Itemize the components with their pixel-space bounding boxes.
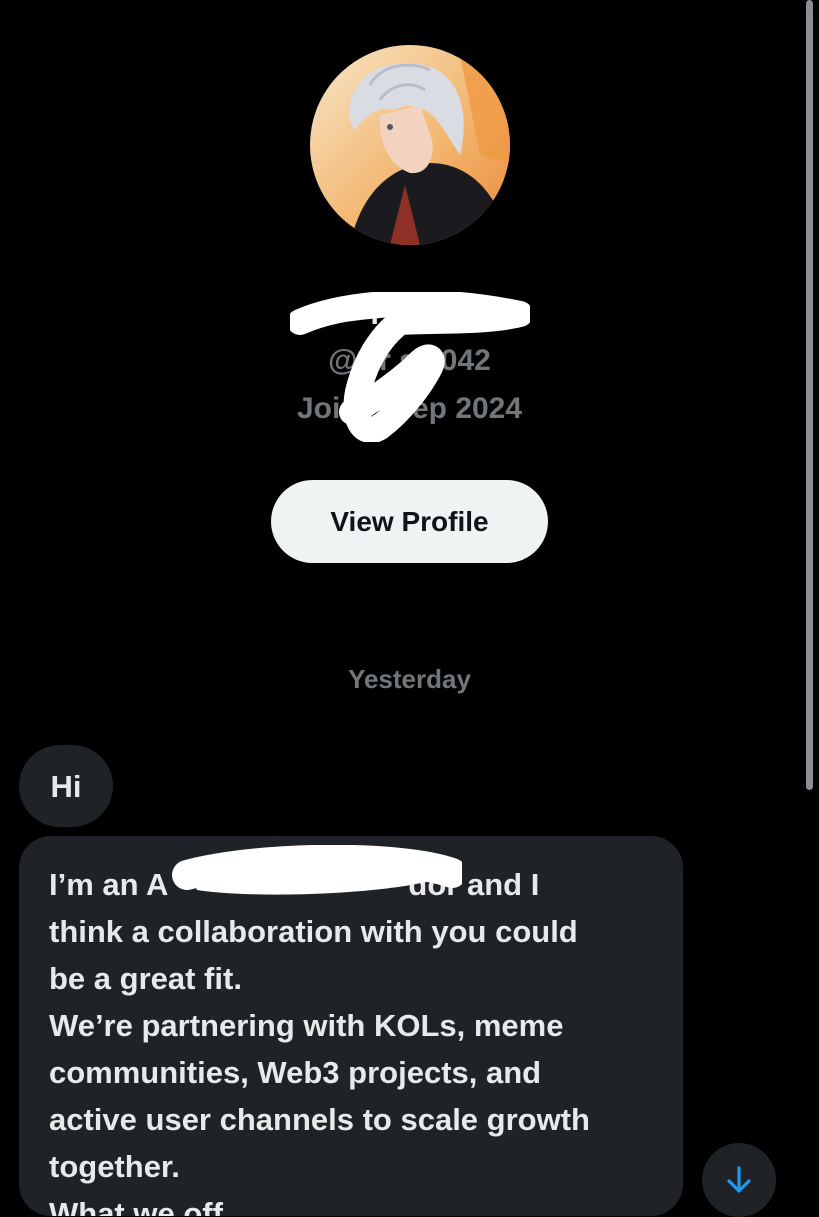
profile-handle: @Ar sly042 [328, 344, 491, 377]
message-bubble[interactable]: Hi [19, 745, 113, 827]
message-bubble[interactable]: I’m an A dor and I think a collaboration… [19, 836, 683, 1216]
avatar-image [310, 45, 510, 245]
arrow-down-icon [727, 1166, 751, 1193]
view-profile-button[interactable]: View Profile [271, 480, 548, 563]
scroll-to-bottom-button[interactable] [702, 1143, 776, 1217]
date-separator: Yesterday [348, 664, 471, 694]
joined-date: Join 2 Sep 2024 [296, 392, 523, 425]
display-name: Th S r [365, 298, 454, 331]
profile-avatar[interactable] [310, 45, 510, 245]
